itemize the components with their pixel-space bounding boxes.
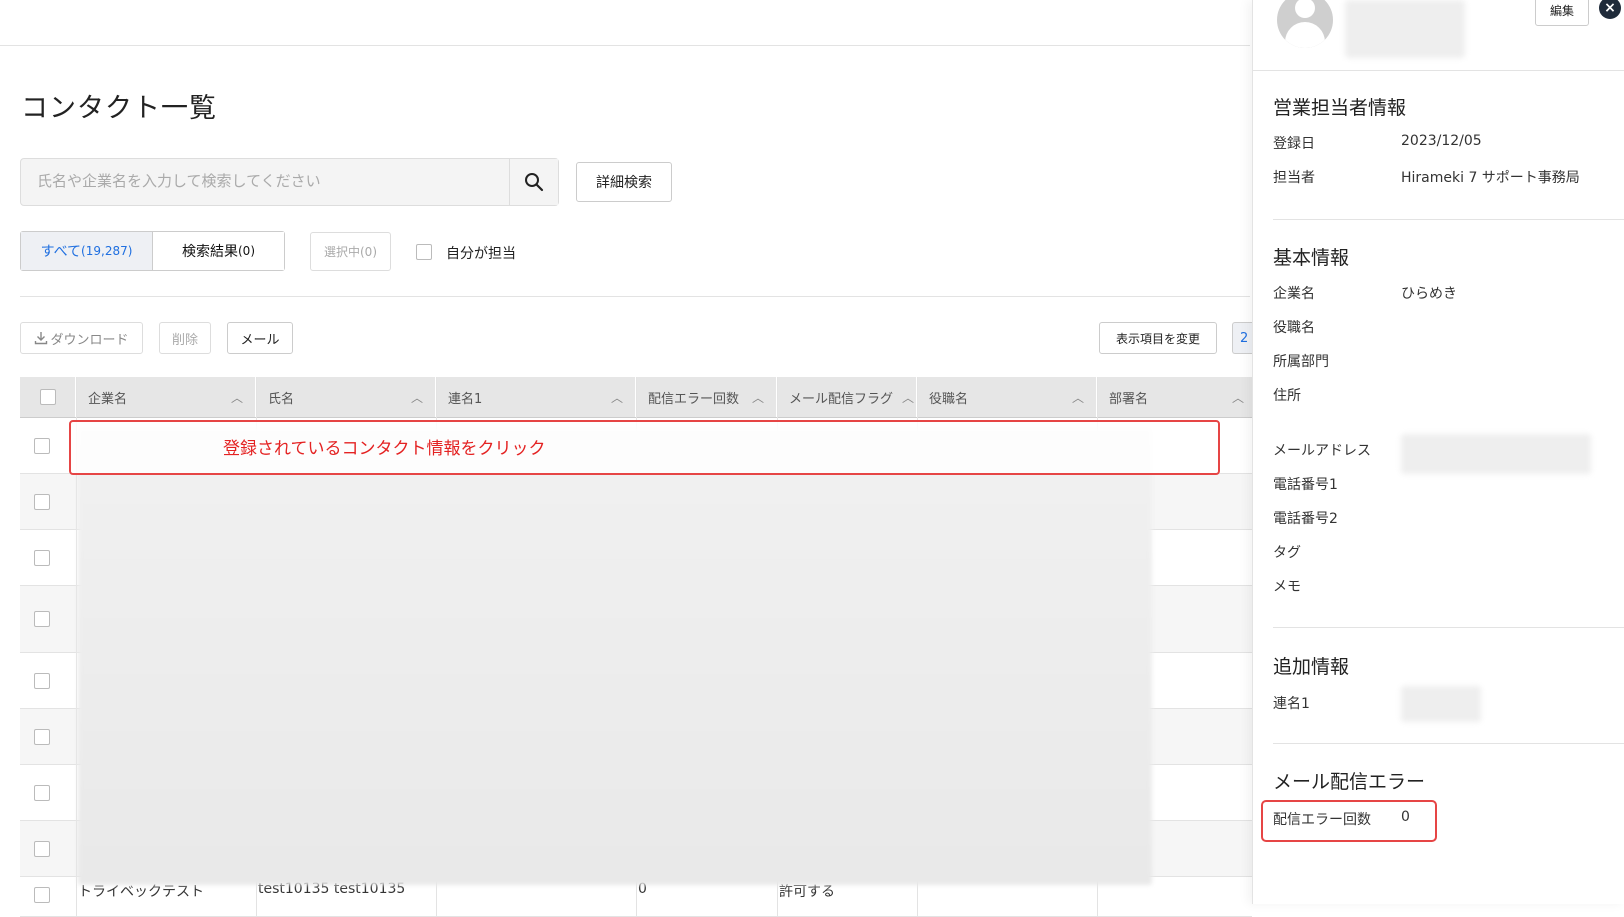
section-title-mail-error: メール配信エラー — [1273, 771, 1426, 793]
field-value-error-count: 0 — [1401, 809, 1410, 825]
field-value-email-blurred — [1401, 434, 1591, 474]
avatar-body — [1285, 22, 1325, 48]
filter-tabs: すべて (19,287) 検索結果 (0) — [20, 231, 285, 271]
search-icon — [525, 173, 544, 192]
sort-icon[interactable]: ︿ — [411, 389, 423, 406]
field-label-address: 住所 — [1273, 388, 1301, 404]
edit-button[interactable]: 編集 — [1535, 0, 1589, 26]
field-value-company: ひらめき — [1401, 286, 1457, 302]
sort-icon[interactable]: ︿ — [611, 389, 623, 406]
column-label: 氏名 — [268, 391, 295, 407]
column-label: 部署名 — [1109, 391, 1149, 407]
column-label: メール配信フラグ — [789, 391, 894, 407]
sort-icon[interactable]: ︿ — [902, 389, 914, 406]
section-divider — [1273, 627, 1624, 628]
column-label: 役職名 — [929, 391, 969, 407]
search-button[interactable] — [509, 159, 558, 205]
row-checkbox[interactable] — [34, 438, 50, 454]
search-box — [20, 158, 559, 206]
mine-checkbox[interactable] — [416, 244, 432, 260]
field-value-joint-name-blurred — [1401, 686, 1481, 722]
field-label-phone1: 電話番号1 — [1273, 477, 1338, 493]
mine-label: 自分が担当 — [446, 246, 516, 262]
download-button[interactable]: ダウンロード — [20, 322, 143, 354]
field-label-company: 企業名 — [1273, 286, 1315, 302]
field-label-job-title: 役職名 — [1273, 320, 1315, 336]
field-label-phone2: 電話番号2 — [1273, 511, 1338, 527]
tab-all-count: (19,287) — [81, 244, 133, 258]
divider — [20, 296, 1250, 297]
field-label-joint-name: 連名1 — [1273, 696, 1310, 712]
avatar-icon — [1277, 0, 1333, 48]
column-header-company[interactable]: 企業名 ︿ — [76, 377, 256, 417]
field-label-registered: 登録日 — [1273, 136, 1315, 152]
column-label: 連名1 — [448, 391, 483, 407]
column-header-mail-flag[interactable]: メール配信フラグ ︿ — [777, 377, 917, 417]
row-checkbox[interactable] — [34, 550, 50, 566]
field-label-email: メールアドレス — [1273, 443, 1371, 459]
field-value-registered: 2023/12/05 — [1401, 133, 1482, 149]
column-label: 企業名 — [88, 391, 128, 407]
column-header-department[interactable]: 部署名 ︿ — [1097, 377, 1257, 417]
sort-icon[interactable]: ︿ — [231, 389, 243, 406]
row-checkbox[interactable] — [34, 785, 50, 801]
annotation-box: 登録されているコンタクト情報をクリック — [69, 420, 1220, 475]
field-value-owner: Hirameki 7 サポート事務局 — [1401, 170, 1580, 186]
select-all-checkbox[interactable] — [39, 389, 56, 405]
field-label-memo: メモ — [1273, 579, 1301, 595]
sort-icon[interactable]: ︿ — [1232, 389, 1244, 406]
field-label-department: 所属部門 — [1273, 354, 1329, 370]
page-title: コンタクト一覧 — [21, 93, 217, 124]
close-icon[interactable]: × — [1599, 0, 1621, 19]
column-header-title[interactable]: 役職名 ︿ — [917, 377, 1097, 417]
row-checkbox[interactable] — [34, 887, 50, 903]
advanced-search-button[interactable]: 詳細検索 — [576, 162, 672, 202]
section-title-extra: 追加情報 — [1273, 656, 1350, 678]
download-label: ダウンロード — [50, 332, 129, 348]
row-checkbox[interactable] — [34, 611, 50, 627]
row-checkbox[interactable] — [34, 841, 50, 857]
row-checkbox[interactable] — [34, 673, 50, 689]
section-title-sales: 営業担当者情報 — [1273, 97, 1407, 119]
tab-search-results[interactable]: 検索結果 (0) — [153, 232, 284, 270]
section-title-basic: 基本情報 — [1273, 247, 1350, 269]
tab-all-label: すべて — [40, 244, 82, 260]
change-columns-button[interactable]: 表示項目を変更 — [1099, 322, 1217, 354]
tab-all[interactable]: すべて (19,287) — [21, 232, 153, 270]
annotation-text: 登録されているコンタクト情報をクリック — [223, 439, 546, 459]
section-divider — [1273, 219, 1624, 220]
field-label-owner: 担当者 — [1273, 170, 1315, 186]
row-checkbox[interactable] — [34, 494, 50, 510]
download-icon — [35, 332, 48, 345]
sort-icon[interactable]: ︿ — [1072, 389, 1084, 406]
column-header-name[interactable]: 氏名 ︿ — [256, 377, 436, 417]
blurred-table-content — [78, 428, 1152, 885]
top-bar — [0, 0, 1250, 46]
search-input[interactable] — [21, 159, 509, 203]
column-header-joint-name[interactable]: 連名1 ︿ — [436, 377, 636, 417]
section-divider — [1273, 743, 1624, 744]
row-checkbox[interactable] — [34, 729, 50, 745]
selected-filter-button[interactable]: 選択中(0) — [310, 232, 391, 271]
column-header-delivery-errors[interactable]: 配信エラー回数 ︿ — [636, 377, 777, 417]
panel-header: 編集 × — [1253, 0, 1624, 71]
field-label-error-count: 配信エラー回数 — [1273, 812, 1371, 828]
contact-name-blurred — [1345, 0, 1465, 58]
header-select-cell — [20, 377, 76, 417]
mail-button[interactable]: メール — [227, 322, 293, 354]
tab-results-label: 検索結果 — [182, 244, 238, 260]
contact-detail-panel: 編集 × 営業担当者情報 登録日 2023/12/05 担当者 Hirameki… — [1252, 0, 1624, 904]
column-label: 配信エラー回数 — [648, 391, 740, 407]
delete-button[interactable]: 削除 — [159, 322, 211, 354]
sort-icon[interactable]: ︿ — [752, 389, 764, 406]
field-label-tags: タグ — [1273, 545, 1301, 561]
tab-results-count: (0) — [238, 244, 255, 258]
avatar-head — [1295, 0, 1315, 18]
